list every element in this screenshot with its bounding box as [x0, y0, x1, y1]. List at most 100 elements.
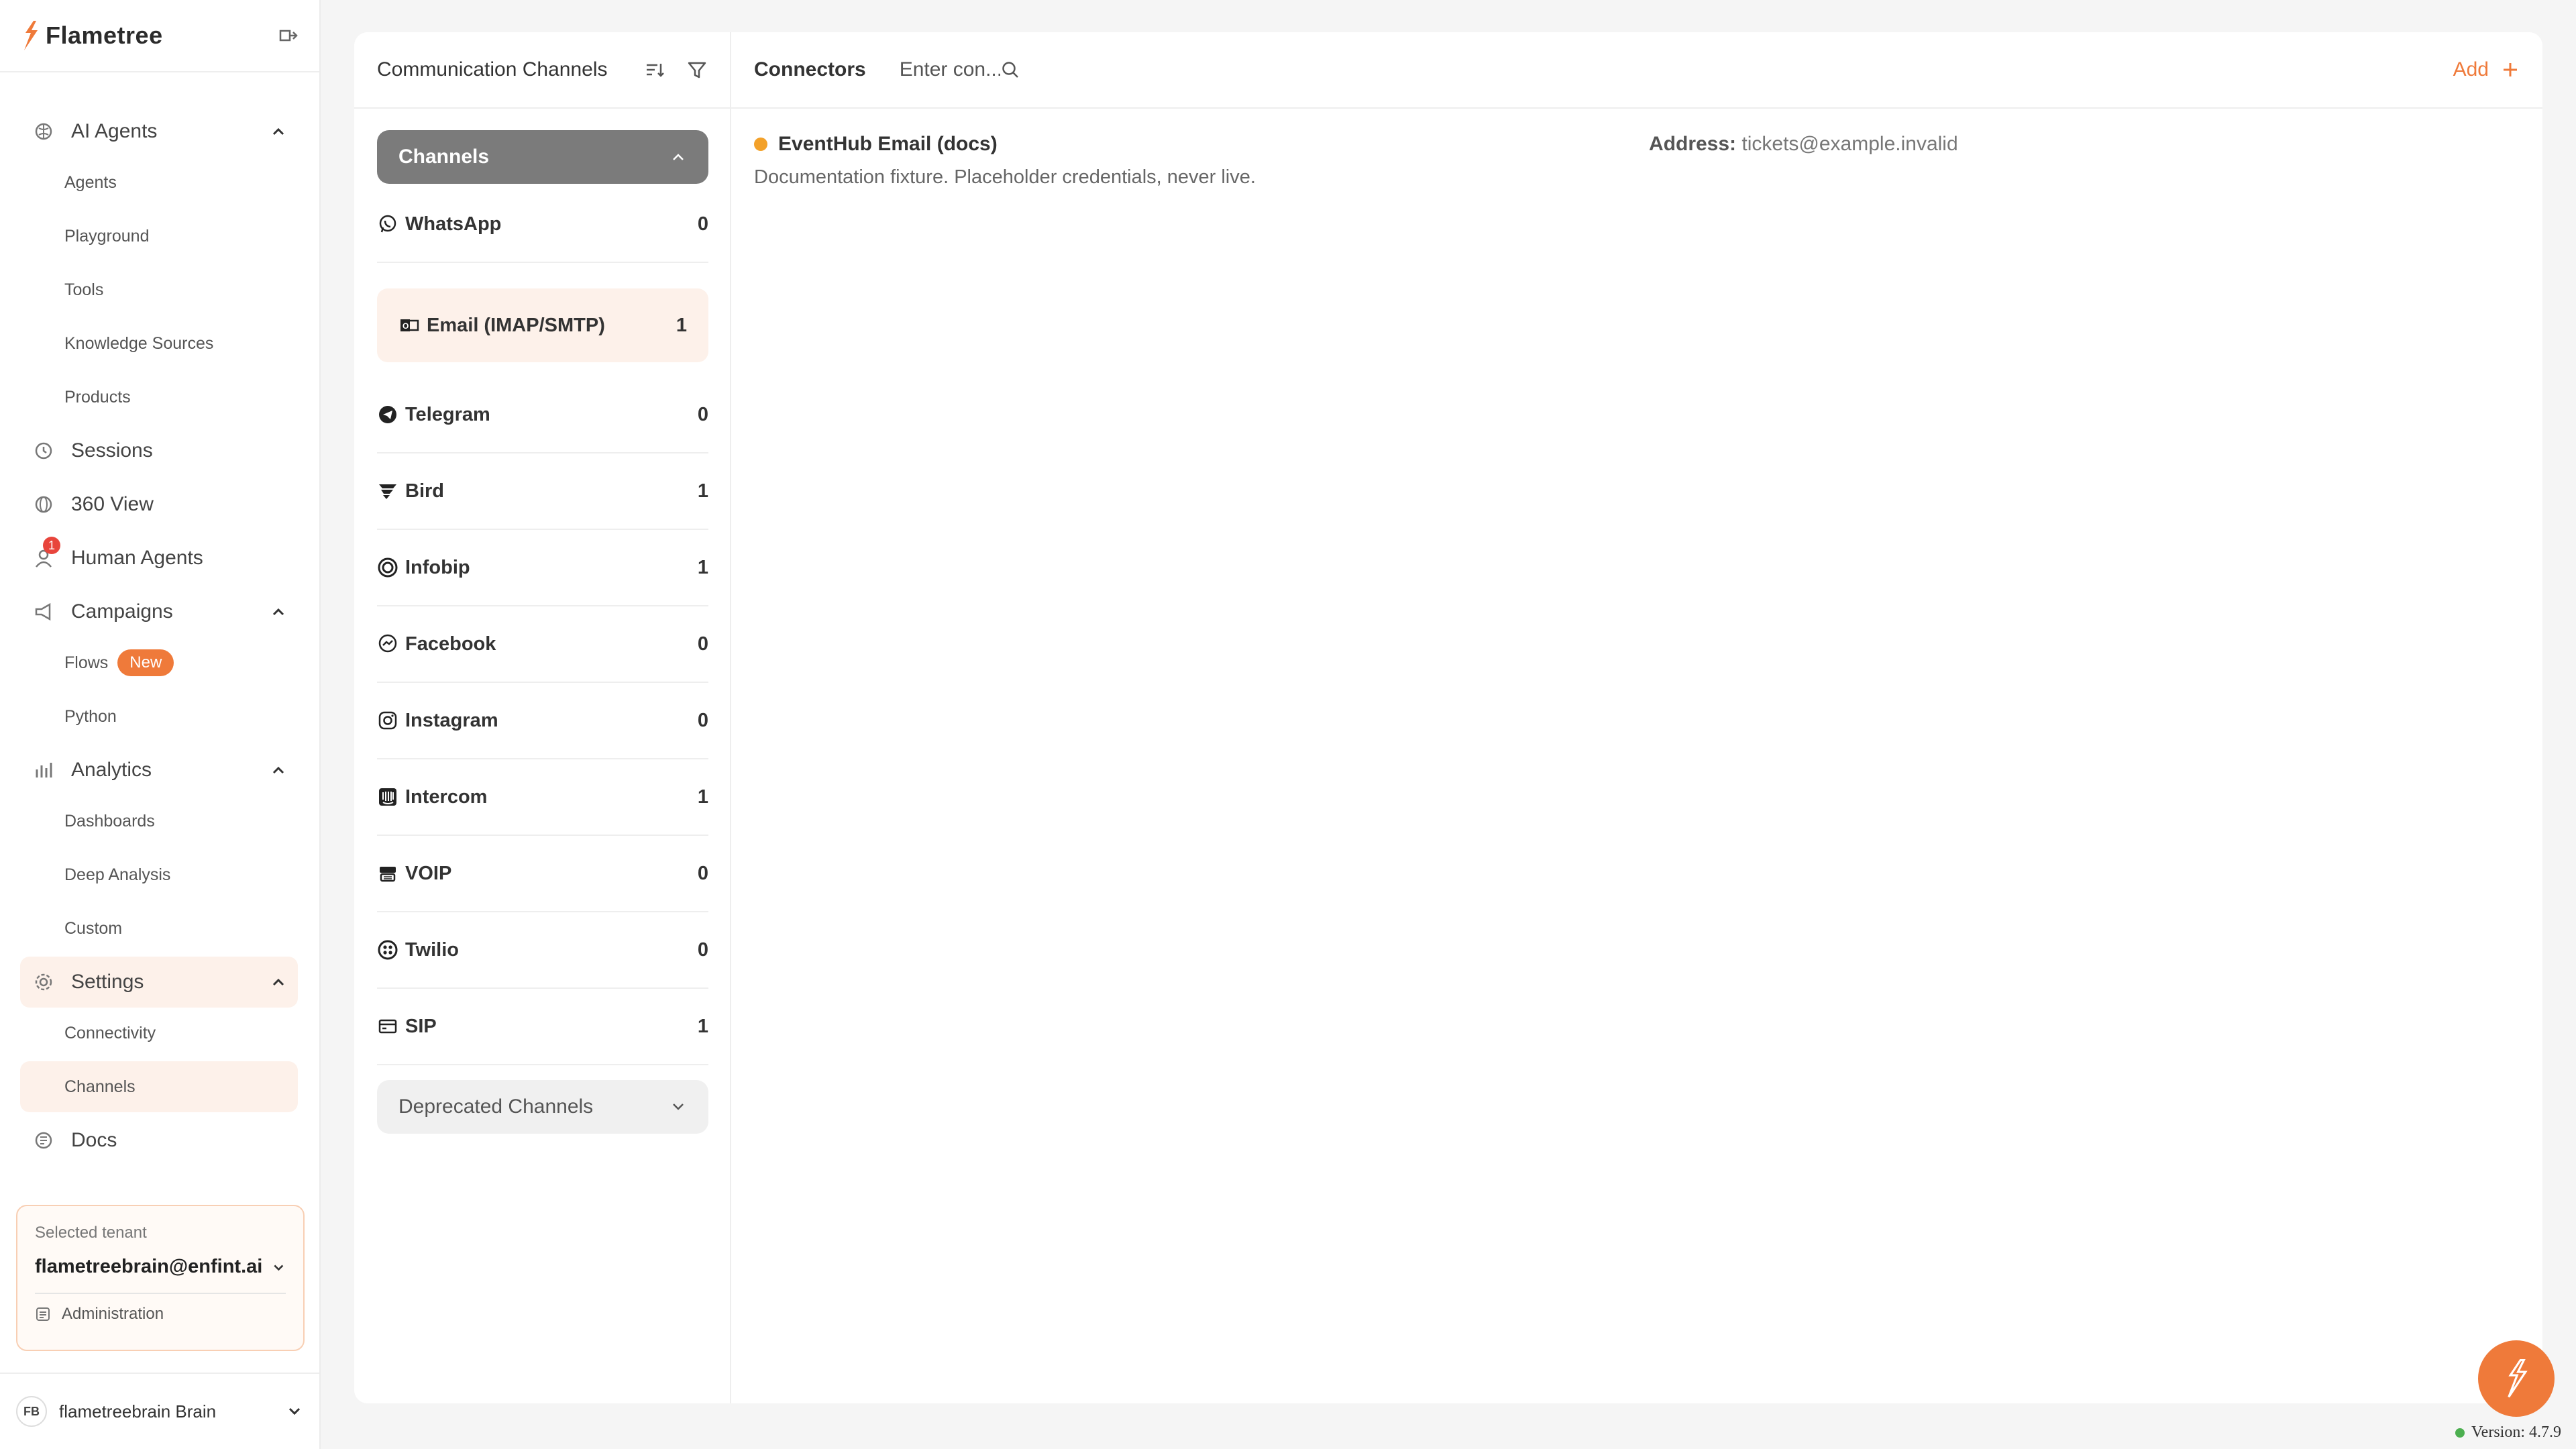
sidebar-item-label: Human Agents [71, 547, 203, 569]
panel-title: Communication Channels [377, 58, 608, 80]
docs-icon [35, 1132, 52, 1149]
administration-link[interactable]: Administration [35, 1305, 286, 1324]
channel-row-intercom[interactable]: Intercom 1 [377, 759, 708, 836]
search-input[interactable] [899, 58, 1000, 81]
channel-name: Intercom [405, 786, 488, 808]
add-label: Add [2453, 58, 2489, 80]
chevron-down-icon [274, 1264, 284, 1271]
sip-icon [378, 1019, 397, 1034]
sidebar-item-campaigns[interactable]: Campaigns [20, 586, 298, 637]
divider [35, 1293, 286, 1294]
channel-count: 0 [697, 938, 708, 961]
avatar: FB [16, 1396, 47, 1427]
sidebar-item-360-view[interactable]: 360 View [20, 479, 298, 530]
user-menu[interactable]: FB flametreebrain Brain [0, 1373, 319, 1449]
sidebar-item-human-agents[interactable]: Human Agents [20, 533, 298, 584]
sidebar-item-connectivity[interactable]: Connectivity [20, 1008, 298, 1059]
sidebar-item-flows[interactable]: Flows New [20, 637, 298, 688]
sidebar-item-dashboards[interactable]: Dashboards [20, 796, 298, 847]
sidebar-item-knowledge-sources[interactable]: Knowledge Sources [20, 318, 298, 369]
channel-row-voip[interactable]: VOIP 0 [377, 836, 708, 912]
search-icon[interactable] [1000, 60, 1020, 80]
tenant-name: flametreebrain@enfint.ai [35, 1256, 263, 1277]
sidebar-item-deep-analysis[interactable]: Deep Analysis [20, 849, 298, 900]
channels-header: Communication Channels [354, 32, 731, 109]
chevron-up-icon[interactable] [270, 973, 287, 991]
channel-row-bird[interactable]: Bird 1 [377, 453, 708, 530]
filter-icon[interactable] [686, 58, 708, 81]
connector-search [899, 58, 1020, 81]
voip-icon [380, 867, 396, 882]
sidebar-item-label: 360 View [71, 493, 154, 515]
sidebar-item-docs[interactable]: Docs [20, 1115, 298, 1166]
channel-name: VOIP [405, 862, 452, 884]
channel-count: 1 [697, 480, 708, 502]
flametree-logo-icon [24, 21, 38, 50]
tenant-selector: Selected tenant flametreebrain@enfint.ai… [16, 1205, 305, 1351]
sidebar-item-playground[interactable]: Playground [20, 211, 298, 262]
channel-row-twilio[interactable]: Twilio 0 [377, 912, 708, 989]
tenant-label: Selected tenant [35, 1224, 147, 1242]
version-indicator: Version: 4.7.9 [2455, 1424, 2561, 1442]
admin-icon [36, 1307, 50, 1321]
channel-name: Email (IMAP/SMTP) [427, 314, 605, 336]
connector-name: EventHub Email (docs) [778, 133, 998, 155]
administration-label: Administration [62, 1305, 164, 1323]
chevron-up-icon[interactable] [270, 123, 287, 140]
sidebar-item-label: AI Agents [71, 120, 158, 142]
channel-row-sip[interactable]: SIP 1 [377, 989, 708, 1065]
logo-row: Flametree [0, 0, 319, 72]
channel-row-whatsapp[interactable]: WhatsApp 0 [377, 186, 708, 263]
sidebar-item-label: Campaigns [71, 600, 173, 623]
tenant-dropdown[interactable]: flametreebrain@enfint.ai [35, 1256, 286, 1278]
channel-count: 0 [697, 633, 708, 655]
channel-row-telegram[interactable]: Telegram 0 [377, 377, 708, 453]
connector-item[interactable]: EventHub Email (docs) Address: tickets@e… [754, 133, 2498, 189]
channel-row-instagram[interactable]: Instagram 0 [377, 683, 708, 759]
sidebar-item-products[interactable]: Products [20, 372, 298, 423]
sidebar-item-channels[interactable]: Channels [20, 1061, 298, 1112]
sidebar-item-label: Docs [71, 1129, 117, 1151]
sidebar-item-tools[interactable]: Tools [20, 264, 298, 315]
sidebar-item-agents[interactable]: Agents [20, 157, 298, 208]
status-dot [2455, 1428, 2465, 1438]
channels-group-toggle[interactable]: Channels [377, 130, 708, 184]
channels-panel: Communication Channels Channels WhatsApp… [354, 32, 731, 1403]
group-label: Channels [398, 146, 490, 168]
infobip-icon [378, 557, 398, 578]
sidebar-item-custom[interactable]: Custom [20, 903, 298, 954]
connector-description: Documentation fixture. Placeholder crede… [754, 166, 1256, 188]
sidebar-item-python[interactable]: Python [20, 691, 298, 742]
brain-icon [35, 123, 52, 140]
status-dot [754, 138, 767, 151]
chevron-up-icon [673, 154, 684, 160]
gear-icon [35, 973, 52, 991]
sidebar: Flametree AI Agents Agents Playground To… [0, 0, 321, 1449]
sidebar-item-label: Flows [64, 653, 109, 672]
channel-name: Instagram [405, 709, 498, 731]
deprecated-channels-toggle[interactable]: Deprecated Channels [377, 1080, 708, 1134]
sidebar-item-sessions[interactable]: Sessions [20, 425, 298, 476]
channel-name: Facebook [405, 633, 496, 655]
whatsapp-icon [379, 215, 396, 233]
channel-count: 1 [697, 556, 708, 578]
sidebar-item-analytics[interactable]: Analytics [20, 745, 298, 796]
chevron-down-icon [288, 1407, 301, 1415]
intercom-icon [379, 788, 396, 806]
sidebar-item-ai-agents[interactable]: AI Agents [20, 106, 298, 157]
channel-name: SIP [405, 1015, 437, 1037]
sidebar-item-settings[interactable]: Settings [20, 957, 298, 1008]
chevron-up-icon[interactable] [270, 761, 287, 779]
chevron-up-icon[interactable] [270, 603, 287, 621]
email-icon: O [400, 319, 419, 331]
channel-row-facebook[interactable]: Facebook 0 [377, 606, 708, 683]
sort-icon[interactable] [643, 58, 665, 81]
globe-icon [35, 496, 52, 513]
channel-row-infobip[interactable]: Infobip 1 [377, 530, 708, 606]
address-label: Address: [1649, 133, 1737, 155]
channel-name: Bird [405, 480, 444, 502]
chat-assistant-button[interactable] [2478, 1340, 2555, 1417]
add-connector-button[interactable]: Add [2453, 58, 2520, 81]
channel-row-email[interactable]: O Email (IMAP/SMTP) 1 [377, 288, 708, 362]
pin-sidebar-icon[interactable] [276, 24, 299, 47]
